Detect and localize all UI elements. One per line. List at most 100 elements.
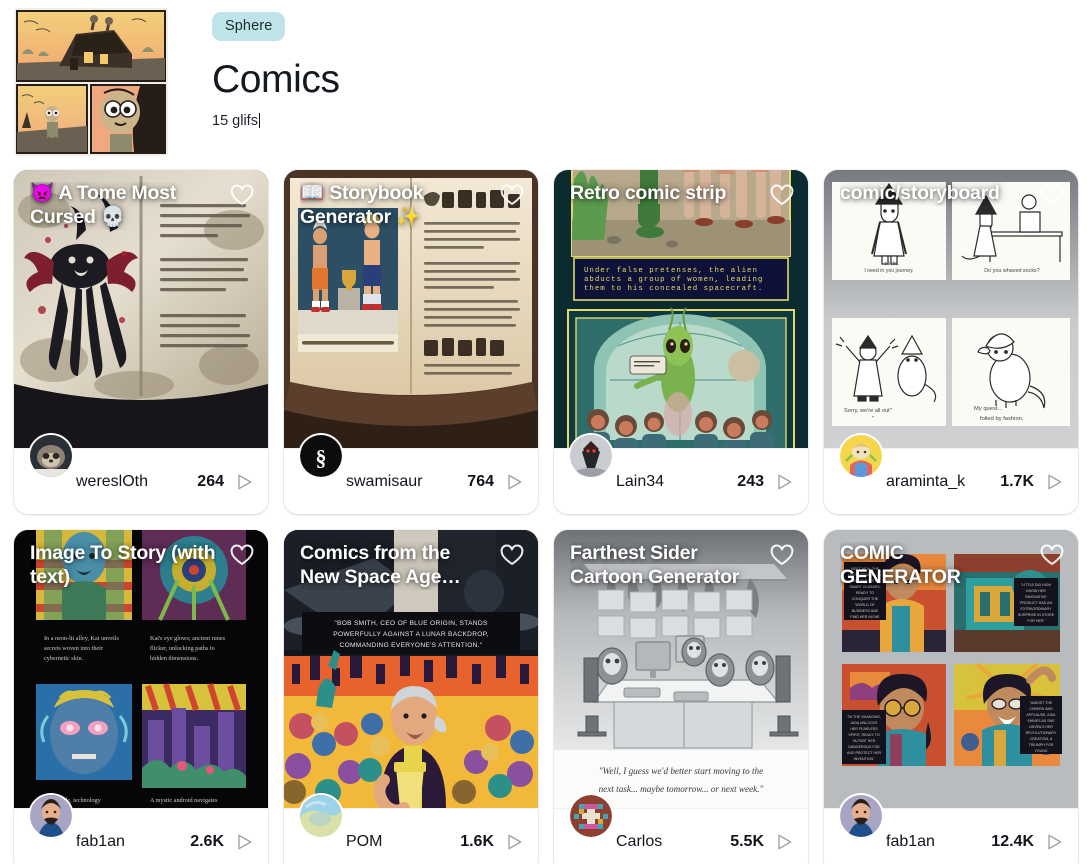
svg-text:WORLD OF: WORLD OF bbox=[855, 603, 875, 607]
card-footer: fab1an 2.6K bbox=[14, 795, 268, 864]
svg-text:INNOVATIVE: INNOVATIVE bbox=[1025, 595, 1047, 599]
glif-card[interactable]: Under false pretenses, the alien abducts… bbox=[554, 170, 808, 514]
svg-text:SURPRISE IN STORE: SURPRISE IN STORE bbox=[1018, 613, 1055, 617]
glif-card-grid: 👿 A Tome Most Cursed 💀 wereslOth 264 📖 S… bbox=[0, 170, 1092, 864]
svg-text:OUTWIT HER: OUTWIT HER bbox=[853, 739, 876, 743]
svg-text:foiled by fashion.: foiled by fashion. bbox=[980, 416, 1024, 422]
card-title: comic/storyboard bbox=[840, 182, 1000, 204]
card-title: Farthest Sider Cartoon Generator bbox=[570, 542, 740, 588]
sphere-badge[interactable]: Sphere bbox=[212, 12, 286, 41]
card-author[interactable]: swamisaur bbox=[346, 473, 467, 491]
glif-count[interactable]: 15 glifs bbox=[212, 113, 260, 129]
svg-text:hidden dimensions.: hidden dimensions. bbox=[150, 655, 199, 662]
svg-text:APPLAUSE, AIDA: APPLAUSE, AIDA bbox=[1026, 713, 1056, 717]
glif-card[interactable]: "Well, I guess we'd better start moving … bbox=[554, 530, 808, 864]
card-footer: wereslOth 264 bbox=[14, 435, 268, 514]
glif-card[interactable]: socks. I need in you journey. Do you whav… bbox=[824, 170, 1078, 514]
heart-outline-icon[interactable] bbox=[498, 182, 526, 210]
avatar[interactable] bbox=[570, 435, 612, 477]
svg-text:FIND HER NICHE: FIND HER NICHE bbox=[850, 615, 880, 619]
sphere-thumbnail bbox=[14, 8, 168, 156]
card-run-count: 1.6K bbox=[460, 832, 494, 850]
svg-text:AIDA UNLOCKS: AIDA UNLOCKS bbox=[851, 721, 878, 725]
glif-count-text: 15 glifs bbox=[212, 113, 258, 129]
glif-card[interactable]: 📖 Storybook Generator ✨ § swamisaur 764 bbox=[284, 170, 538, 514]
card-author[interactable]: araminta_k bbox=[886, 473, 1000, 491]
svg-text:HER FEARLESS: HER FEARLESS bbox=[850, 727, 878, 731]
card-author[interactable]: Lain34 bbox=[616, 473, 737, 491]
svg-text:COMMANDING EVERYONE'S ATTENTIO: COMMANDING EVERYONE'S ATTENTION." bbox=[340, 642, 483, 649]
glif-card[interactable]: MEET AIDA, THE UNSTOPPABLE CO- GETTER WIT… bbox=[824, 530, 1078, 864]
svg-text:"BOB SMITH, CEO OF BLUE ORIGIN: "BOB SMITH, CEO OF BLUE ORIGIN, STANDS bbox=[334, 620, 488, 627]
card-author[interactable]: fab1an bbox=[886, 833, 991, 851]
play-triangle-icon[interactable] bbox=[504, 472, 524, 492]
svg-text:A mystic android navigates: A mystic android navigates bbox=[150, 797, 218, 804]
sphere-header: Sphere Comics 15 glifs bbox=[0, 0, 1092, 170]
svg-text:"AMIDST THE: "AMIDST THE bbox=[1030, 701, 1054, 705]
card-footer: fab1an 12.4K bbox=[824, 795, 1078, 864]
card-preview-image[interactable]: Under false pretenses, the alien abducts… bbox=[554, 170, 808, 448]
card-author[interactable]: Carlos bbox=[616, 833, 730, 851]
svg-text:My quest...: My quest... bbox=[974, 406, 1003, 412]
svg-text:AND PROTECT HER: AND PROTECT HER bbox=[847, 751, 882, 755]
svg-text:TRIUMPH FOR: TRIUMPH FOR bbox=[1029, 743, 1054, 747]
glif-card[interactable]: "BOB SMITH, CEO OF BLUE ORIGIN, STANDS P… bbox=[284, 530, 538, 864]
card-author[interactable]: wereslOth bbox=[76, 473, 197, 491]
card-footer: § swamisaur 764 bbox=[284, 435, 538, 514]
svg-text:In a neon-lit alley, Kai unvei: In a neon-lit alley, Kai unveils bbox=[44, 635, 119, 642]
play-triangle-icon[interactable] bbox=[774, 472, 794, 492]
heart-outline-icon[interactable] bbox=[768, 542, 796, 570]
card-title: Retro comic strip bbox=[570, 182, 727, 204]
heart-outline-icon[interactable] bbox=[1038, 542, 1066, 570]
svg-text:YOUNG: YOUNG bbox=[1034, 749, 1047, 753]
play-triangle-icon[interactable] bbox=[234, 832, 254, 852]
card-run-count: 5.5K bbox=[730, 832, 764, 850]
play-triangle-icon[interactable] bbox=[504, 832, 524, 852]
card-run-count: 243 bbox=[737, 472, 764, 490]
card-preview-image[interactable]: "Well, I guess we'd better start moving … bbox=[554, 530, 808, 808]
text-caret bbox=[258, 113, 260, 128]
play-triangle-icon[interactable] bbox=[234, 472, 254, 492]
svg-text:SHINES AS SHE: SHINES AS SHE bbox=[1027, 719, 1055, 723]
card-preview-image[interactable]: MEET AIDA, THE UNSTOPPABLE CO- GETTER WIT… bbox=[824, 530, 1078, 808]
heart-outline-icon[interactable] bbox=[1038, 182, 1066, 210]
heart-outline-icon[interactable] bbox=[228, 542, 256, 570]
heart-outline-icon[interactable] bbox=[498, 542, 526, 570]
card-title: 👿 A Tome Most Cursed 💀 bbox=[30, 182, 176, 228]
svg-text:"Well, I guess we'd better sta: "Well, I guess we'd better start moving … bbox=[599, 766, 763, 776]
svg-text:Kai's eye glows; ancient runes: Kai's eye glows; ancient runes bbox=[150, 635, 226, 642]
avatar[interactable] bbox=[840, 795, 882, 837]
play-triangle-icon[interactable] bbox=[1044, 832, 1064, 852]
heart-outline-icon[interactable] bbox=[768, 182, 796, 210]
avatar[interactable] bbox=[30, 435, 72, 477]
card-author[interactable]: fab1an bbox=[76, 833, 190, 851]
svg-text:DANGEROUS FOE: DANGEROUS FOE bbox=[848, 745, 880, 749]
card-preview-image[interactable]: socks. I need in you journey. Do you whav… bbox=[824, 170, 1078, 448]
card-preview-image[interactable]: 👿 A Tome Most Cursed 💀 bbox=[14, 170, 268, 448]
avatar[interactable]: § bbox=[300, 435, 342, 477]
svg-text:EXTRAORDINARY: EXTRAORDINARY bbox=[1021, 607, 1052, 611]
svg-text:§: § bbox=[316, 445, 327, 470]
play-triangle-icon[interactable] bbox=[774, 832, 794, 852]
card-author[interactable]: POM bbox=[346, 833, 460, 851]
svg-text:CREATION, A: CREATION, A bbox=[1030, 737, 1053, 741]
svg-text:Under false pretenses, the ali: Under false pretenses, the alien bbox=[584, 267, 758, 275]
card-preview-image[interactable]: 📖 Storybook Generator ✨ bbox=[284, 170, 538, 448]
glif-card[interactable]: 👿 A Tome Most Cursed 💀 wereslOth 264 bbox=[14, 170, 268, 514]
card-title: 📖 Storybook Generator ✨ bbox=[300, 182, 424, 228]
card-preview-image[interactable]: "BOB SMITH, CEO OF BLUE ORIGIN, STANDS P… bbox=[284, 530, 538, 808]
avatar[interactable] bbox=[840, 435, 882, 477]
page-title: Comics bbox=[212, 58, 340, 101]
svg-text:"IN THE SHADOWS,: "IN THE SHADOWS, bbox=[847, 715, 881, 719]
svg-text:CONQUER THE: CONQUER THE bbox=[852, 597, 879, 601]
svg-text:cybernetic skin.: cybernetic skin. bbox=[44, 655, 84, 662]
glif-card[interactable]: In a neon-lit alley, Kai unveils secrets… bbox=[14, 530, 268, 864]
card-preview-image[interactable]: In a neon-lit alley, Kai unveils secrets… bbox=[14, 530, 268, 808]
avatar[interactable] bbox=[30, 795, 72, 837]
svg-text:CHEERS AND: CHEERS AND bbox=[1029, 707, 1053, 711]
play-triangle-icon[interactable] bbox=[1044, 472, 1064, 492]
heart-outline-icon[interactable] bbox=[228, 182, 256, 210]
avatar[interactable] bbox=[570, 795, 612, 837]
avatar[interactable] bbox=[300, 795, 342, 837]
svg-text:abducts a group of women, lead: abducts a group of women, leading bbox=[584, 276, 763, 284]
